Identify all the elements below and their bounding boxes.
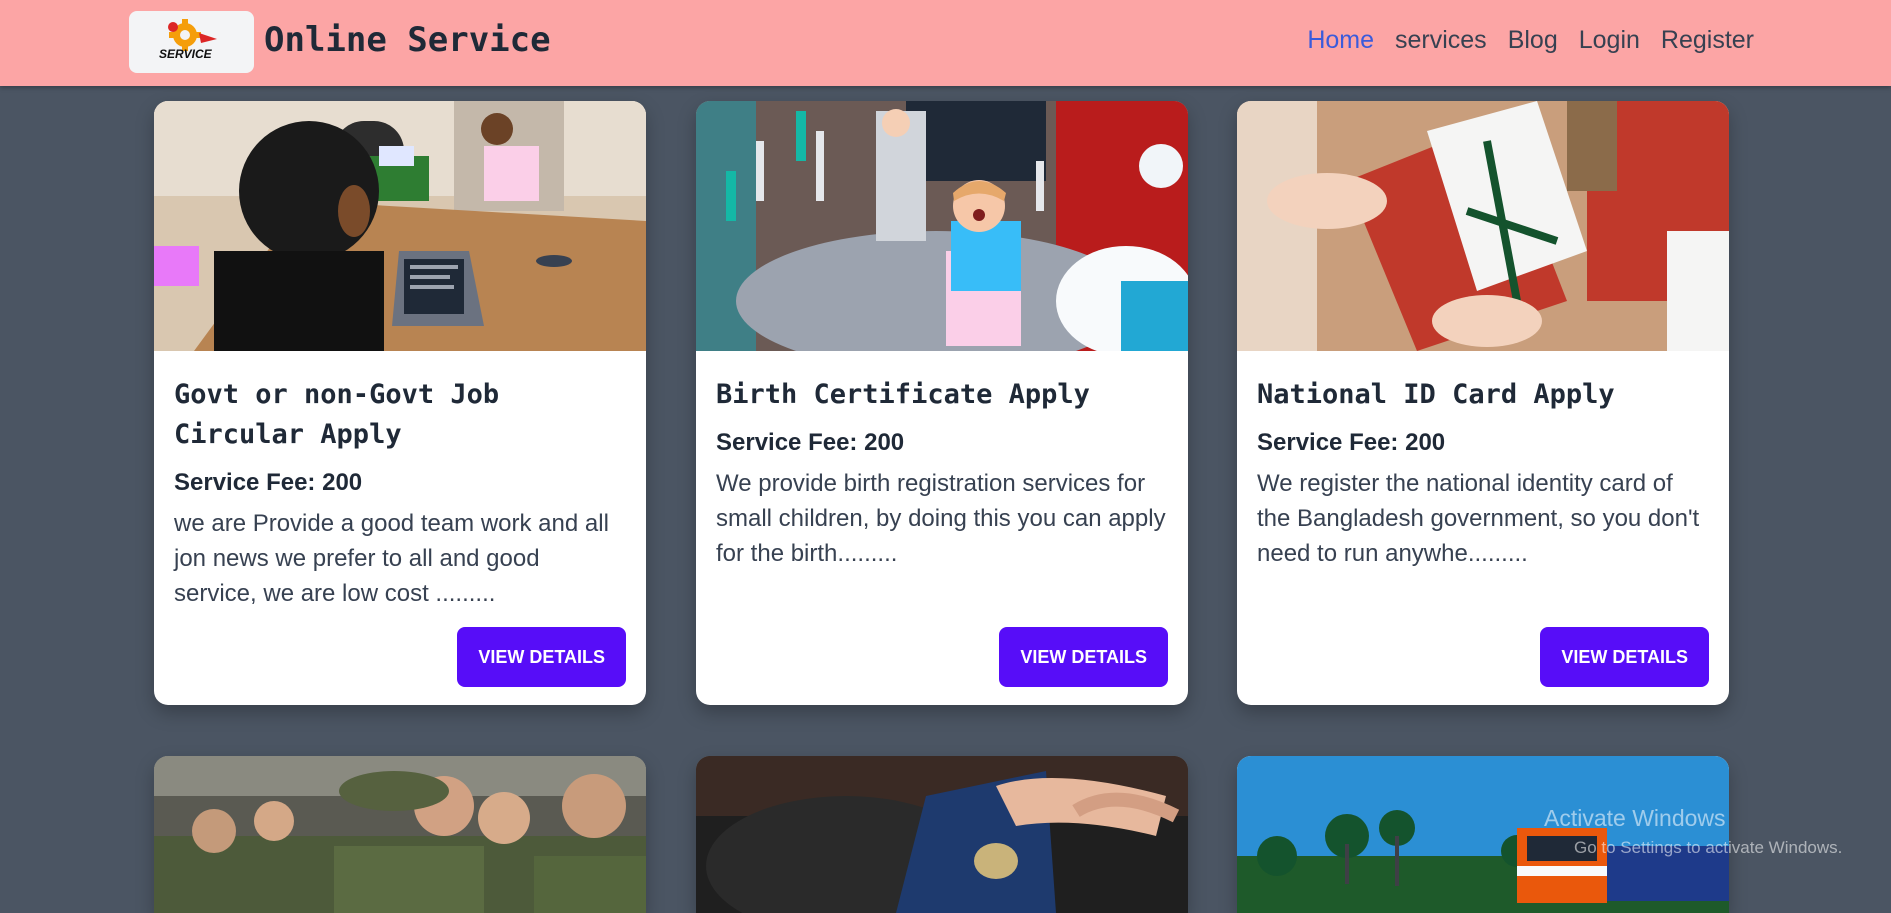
service-card-partial [154,756,646,913]
passport-image [696,756,1188,913]
card-title: National ID Card Apply [1257,379,1615,410]
logo[interactable]: SERVICE [129,11,254,73]
birth-certificate-image [696,101,1188,351]
nav-blog[interactable]: Blog [1508,26,1558,55]
service-fee: Service Fee: 200 [1257,429,1446,456]
card-description: We provide birth registration services f… [716,470,1166,567]
job-circular-image [154,101,646,351]
card-description: We register the national identity card o… [1257,470,1700,567]
view-details-button[interactable]: VIEW DETAILS [1540,627,1709,687]
service-card: Govt or non-Govt Job Circular Apply Serv… [154,101,646,705]
windows-activation-watermark: Activate Windows Go to Settings to activ… [1544,805,1842,858]
nav-services[interactable]: services [1395,26,1487,55]
logo-text: SERVICE [159,47,212,61]
nav-login[interactable]: Login [1579,26,1640,55]
navbar: SERVICE Online Service Home services Blo… [0,0,1891,86]
watermark-subtitle: Go to Settings to activate Windows. [1574,838,1843,857]
site-title[interactable]: Online Service [264,20,551,60]
view-details-button[interactable]: VIEW DETAILS [999,627,1168,687]
card-title: Birth Certificate Apply [716,379,1090,410]
main-nav: Home services Blog Login Register [1307,26,1754,55]
military-image [154,756,646,913]
service-card: National ID Card Apply Service Fee: 200 … [1237,101,1729,705]
card-body: National ID Card Apply Service Fee: 200 … [1237,351,1729,705]
service-card-partial [696,756,1188,913]
service-card: Birth Certificate Apply Service Fee: 200… [696,101,1188,705]
service-fee: Service Fee: 200 [716,429,905,456]
logo-gear-icon [168,19,217,51]
service-fee: Service Fee: 200 [174,469,363,496]
national-id-image [1237,101,1729,351]
card-title: Govt or non-Govt Job Circular Apply [174,379,500,450]
watermark-title: Activate Windows [1544,805,1726,831]
nav-register[interactable]: Register [1661,26,1754,55]
nav-home[interactable]: Home [1307,26,1374,55]
card-body: Govt or non-Govt Job Circular Apply Serv… [154,351,646,705]
card-body: Birth Certificate Apply Service Fee: 200… [696,351,1188,705]
view-details-button[interactable]: VIEW DETAILS [457,627,626,687]
card-description: we are Provide a good team work and all … [174,510,609,607]
